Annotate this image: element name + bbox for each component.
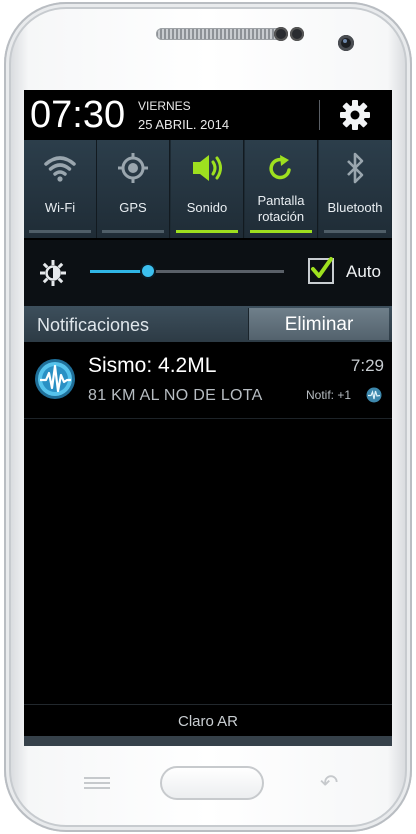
toggle-label: GPS (119, 200, 147, 215)
brightness-slider[interactable] (90, 265, 284, 277)
proximity-sensor (274, 27, 288, 41)
settings-gear-icon[interactable] (338, 98, 372, 132)
toggle-bluetooth[interactable]: Bluetooth (319, 140, 391, 238)
notifications-title: Notificaciones (37, 315, 150, 335)
menu-key[interactable] (84, 774, 110, 789)
notifications-header: Notificaciones Eliminar (24, 306, 392, 342)
auto-brightness-label: Auto (346, 262, 381, 281)
seismograph-app-icon (35, 359, 75, 399)
carrier-name: Claro AR (177, 713, 239, 730)
home-button[interactable] (160, 766, 264, 800)
brightness-row: Auto (24, 240, 392, 306)
clear-notifications-button[interactable]: Eliminar (248, 308, 389, 340)
back-key[interactable]: ↶ (320, 770, 338, 796)
brightness-slider-fill (90, 270, 149, 273)
toggle-label: Sonido (186, 200, 228, 215)
earpiece-speaker (156, 28, 286, 40)
toggle-label: Wi-Fi (44, 200, 76, 215)
toggle-indicator (102, 230, 164, 233)
toggle-label-line2: rotación (257, 209, 305, 224)
toggle-sound[interactable]: Sonido (171, 140, 244, 238)
carrier-bar: Claro AR (24, 704, 392, 737)
clear-button-label: Eliminar (284, 314, 354, 335)
sound-icon (193, 155, 222, 181)
light-sensor (290, 27, 304, 41)
notification-item[interactable]: Sismo: 4.2ML 7:29 81 KM AL NO DE LOTA No… (24, 342, 392, 419)
notification-panel: 07:30 VIERNES 25 ABRIL. 2014 Wi-Fi GPS S… (24, 90, 392, 746)
bluetooth-icon (347, 152, 364, 184)
toggle-label: Pantalla rotación (245, 193, 317, 225)
seismograph-small-icon (366, 387, 382, 403)
toggle-indicator (29, 230, 91, 233)
quick-settings: Wi-Fi GPS Sonido Pantalla rotación Bluet… (24, 140, 392, 238)
front-camera (338, 35, 354, 51)
status-header: 07:30 VIERNES 25 ABRIL. 2014 (24, 90, 392, 138)
notification-time: 7:29 (350, 356, 384, 375)
toggle-indicator (324, 230, 386, 233)
panel-drag-handle[interactable] (24, 736, 392, 746)
day-of-week: VIERNES (138, 99, 191, 113)
notification-count: Notif: +1 (306, 388, 352, 402)
brightness-icon (40, 260, 66, 286)
brightness-slider-thumb[interactable] (142, 265, 155, 277)
rotation-icon (269, 155, 291, 180)
notification-title: Sismo: 4.2ML (88, 354, 217, 377)
toggle-screen-rotation[interactable]: Pantalla rotación (245, 140, 318, 238)
notification-text: 81 KM AL NO DE LOTA (88, 387, 263, 404)
toggle-wifi[interactable]: Wi-Fi (24, 140, 97, 238)
toggle-indicator (250, 230, 312, 233)
toggle-indicator (176, 230, 238, 233)
toggle-label-line1: Pantalla (257, 193, 305, 208)
toggle-gps[interactable]: GPS (97, 140, 170, 238)
clock: 07:30 (30, 94, 126, 136)
checkmark-icon (311, 257, 333, 278)
toggle-label: Bluetooth (327, 200, 383, 215)
gps-icon (118, 153, 148, 183)
wifi-icon (44, 156, 76, 182)
date: 25 ABRIL. 2014 (138, 117, 230, 132)
divider (319, 100, 320, 130)
auto-brightness-checkbox[interactable] (308, 257, 334, 284)
